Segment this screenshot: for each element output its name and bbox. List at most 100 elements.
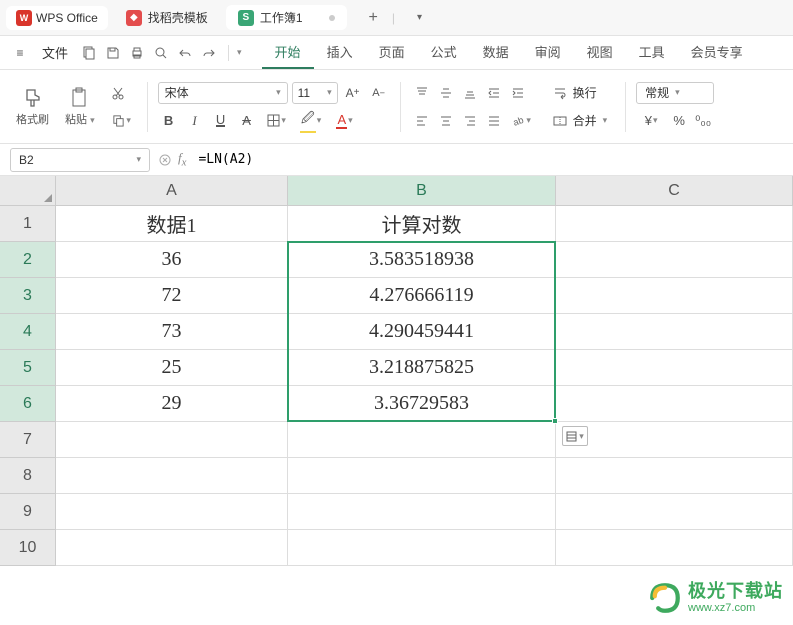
qat-undo-icon[interactable] bbox=[174, 42, 196, 64]
indent-increase-button[interactable] bbox=[507, 82, 529, 104]
qat-save-icon[interactable] bbox=[102, 42, 124, 64]
cell[interactable]: 25 bbox=[56, 350, 288, 386]
cell[interactable] bbox=[556, 350, 793, 386]
italic-button[interactable]: I bbox=[184, 110, 206, 132]
cell[interactable] bbox=[556, 242, 793, 278]
qat-redo-icon[interactable] bbox=[198, 42, 220, 64]
font-color-button[interactable]: A▾ bbox=[330, 110, 360, 132]
cell[interactable]: 72 bbox=[56, 278, 288, 314]
font-decrease-button[interactable]: A− bbox=[368, 82, 390, 104]
cancel-formula-icon[interactable] bbox=[158, 153, 172, 167]
align-justify-button[interactable] bbox=[483, 110, 505, 132]
fill-color-button[interactable]: 🖉▾ bbox=[296, 110, 326, 132]
cell[interactable] bbox=[288, 422, 556, 458]
percent-button[interactable]: % bbox=[668, 110, 690, 132]
cell[interactable] bbox=[56, 494, 288, 530]
align-bottom-button[interactable] bbox=[459, 82, 481, 104]
cell[interactable] bbox=[288, 458, 556, 494]
tab-template[interactable]: ◆ 找稻壳模板 bbox=[114, 5, 220, 30]
cell[interactable]: 4.290459441 bbox=[288, 314, 556, 350]
cell[interactable]: 计算对数 bbox=[288, 206, 556, 242]
cell[interactable] bbox=[556, 458, 793, 494]
copy-button[interactable]: ▾ bbox=[107, 110, 137, 132]
align-middle-button[interactable] bbox=[435, 82, 457, 104]
row-header[interactable]: 2 bbox=[0, 242, 56, 278]
indent-decrease-button[interactable] bbox=[483, 82, 505, 104]
tab-add-button[interactable]: + bbox=[361, 9, 386, 27]
row-header[interactable]: 5 bbox=[0, 350, 56, 386]
underline-button[interactable]: U bbox=[210, 110, 232, 132]
autofill-options-button[interactable]: ▾ bbox=[562, 426, 588, 446]
cell[interactable] bbox=[288, 530, 556, 566]
cell[interactable] bbox=[556, 386, 793, 422]
cell[interactable] bbox=[556, 494, 793, 530]
align-top-button[interactable] bbox=[411, 82, 433, 104]
wrap-text-button[interactable]: 换行 bbox=[545, 82, 616, 104]
merge-button[interactable]: 合并▾ bbox=[545, 110, 616, 132]
border-button[interactable]: ▾ bbox=[262, 110, 292, 132]
formula-input[interactable] bbox=[194, 148, 783, 172]
row-header[interactable]: 7 bbox=[0, 422, 56, 458]
qat-overflow-icon[interactable]: ▾ bbox=[237, 47, 242, 58]
hamburger-icon[interactable]: ≡ bbox=[10, 43, 30, 63]
cell[interactable]: 29 bbox=[56, 386, 288, 422]
col-header-c[interactable]: C bbox=[556, 176, 793, 206]
cell[interactable] bbox=[556, 422, 793, 458]
tab-menu-button[interactable]: ▾ bbox=[409, 12, 430, 23]
align-left-button[interactable] bbox=[411, 110, 433, 132]
row-header[interactable]: 1 bbox=[0, 206, 56, 242]
row-header[interactable]: 10 bbox=[0, 530, 56, 566]
cell[interactable] bbox=[556, 206, 793, 242]
ribbon-tab-insert[interactable]: 插入 bbox=[314, 36, 366, 69]
ribbon-tab-start[interactable]: 开始 bbox=[262, 36, 314, 69]
row-header[interactable]: 3 bbox=[0, 278, 56, 314]
row-header[interactable]: 8 bbox=[0, 458, 56, 494]
ribbon-tab-member[interactable]: 会员专享 bbox=[678, 36, 756, 69]
qat-print-icon[interactable] bbox=[126, 42, 148, 64]
cell[interactable] bbox=[556, 278, 793, 314]
qat-new-icon[interactable] bbox=[78, 42, 100, 64]
orientation-button[interactable]: ab▾ bbox=[507, 110, 537, 132]
row-header[interactable]: 9 bbox=[0, 494, 56, 530]
ribbon-tab-tools[interactable]: 工具 bbox=[626, 36, 678, 69]
cell[interactable] bbox=[56, 530, 288, 566]
font-size-select[interactable]: 11▾ bbox=[292, 82, 338, 104]
cell[interactable] bbox=[556, 530, 793, 566]
cell[interactable]: 3.583518938 bbox=[288, 242, 556, 278]
strike-button[interactable]: A bbox=[236, 110, 258, 132]
font-increase-button[interactable]: A+ bbox=[342, 82, 364, 104]
cell[interactable] bbox=[56, 422, 288, 458]
font-name-select[interactable]: 宋体▾ bbox=[158, 82, 288, 104]
comma-button[interactable]: ⁰₀₀ bbox=[692, 110, 714, 132]
tab-workbook[interactable]: S 工作簿1 bbox=[226, 5, 347, 30]
cell[interactable]: 73 bbox=[56, 314, 288, 350]
cell[interactable] bbox=[56, 458, 288, 494]
cell[interactable] bbox=[556, 314, 793, 350]
cell[interactable]: 数据1 bbox=[56, 206, 288, 242]
fx-icon[interactable]: fx bbox=[178, 150, 186, 169]
col-header-a[interactable]: A bbox=[56, 176, 288, 206]
app-badge[interactable]: W WPS Office bbox=[6, 6, 108, 30]
align-right-button[interactable] bbox=[459, 110, 481, 132]
ribbon-tab-data[interactable]: 数据 bbox=[470, 36, 522, 69]
row-header[interactable]: 4 bbox=[0, 314, 56, 350]
cell[interactable]: 36 bbox=[56, 242, 288, 278]
align-center-button[interactable] bbox=[435, 110, 457, 132]
cut-button[interactable] bbox=[107, 82, 129, 104]
ribbon-tab-review[interactable]: 审阅 bbox=[522, 36, 574, 69]
qat-preview-icon[interactable] bbox=[150, 42, 172, 64]
cell[interactable] bbox=[288, 494, 556, 530]
cell[interactable]: 3.218875825 bbox=[288, 350, 556, 386]
row-header[interactable]: 6 bbox=[0, 386, 56, 422]
ribbon-tab-formula[interactable]: 公式 bbox=[418, 36, 470, 69]
ribbon-tab-view[interactable]: 视图 bbox=[574, 36, 626, 69]
name-box[interactable]: B2 ▾ bbox=[10, 148, 150, 172]
col-header-b[interactable]: B bbox=[288, 176, 556, 206]
cell[interactable]: 3.36729583 bbox=[288, 386, 556, 422]
bold-button[interactable]: B bbox=[158, 110, 180, 132]
cell[interactable]: 4.276666119 bbox=[288, 278, 556, 314]
paste-button[interactable]: 粘贴 ▾ bbox=[59, 78, 101, 136]
currency-button[interactable]: ¥▾ bbox=[636, 110, 666, 132]
file-menu[interactable]: 文件 bbox=[34, 41, 76, 64]
format-painter-button[interactable]: 格式刷 bbox=[10, 78, 55, 136]
